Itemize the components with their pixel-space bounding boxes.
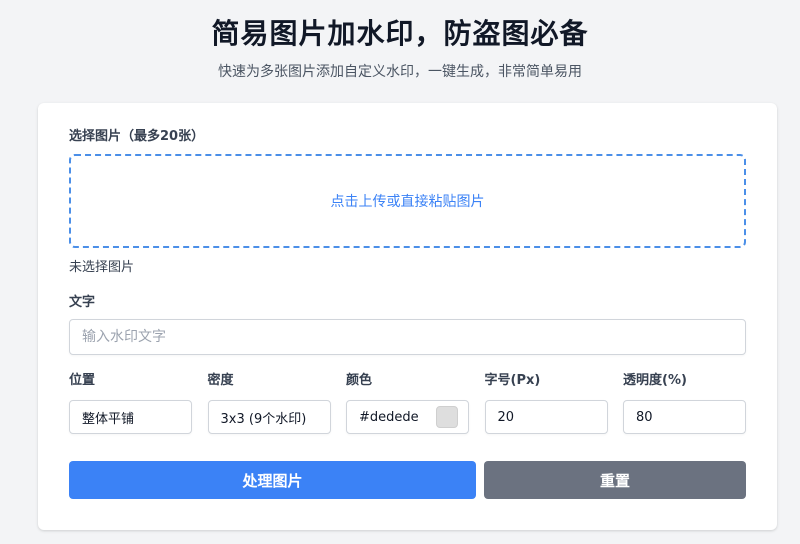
upload-status: 未选择图片	[69, 260, 135, 275]
position-field: 位置 整体平铺	[69, 372, 192, 434]
watermark-text-label: 文字	[69, 295, 96, 310]
font-size-input[interactable]: 20	[484, 400, 608, 434]
opacity-value: 80	[636, 409, 653, 425]
page-subtitle: 快速为多张图片添加自定义水印，一键生成，非常简单易用	[218, 64, 582, 80]
density-label: 密度	[207, 373, 234, 388]
options-row: 位置 整体平铺 密度 3x3 (9个水印) 颜色 #dedede 字号(Px) …	[69, 372, 746, 434]
color-field: 颜色 #dedede	[346, 372, 469, 434]
density-field: 密度 3x3 (9个水印)	[207, 372, 331, 434]
reset-button[interactable]: 重置	[484, 461, 746, 499]
watermark-form-card: 选择图片（最多20张） 点击上传或直接粘贴图片 未选择图片 文字 位置 整体平铺…	[38, 103, 777, 530]
color-value: #dedede	[359, 409, 419, 425]
image-dropzone[interactable]: 点击上传或直接粘贴图片	[69, 154, 746, 248]
page-title: 简易图片加水印，防盗图必备	[211, 17, 589, 50]
density-select[interactable]: 3x3 (9个水印)	[207, 400, 331, 434]
position-value: 整体平铺	[82, 411, 135, 427]
density-value: 3x3 (9个水印)	[220, 411, 307, 427]
color-swatch[interactable]	[436, 406, 458, 428]
opacity-field: 透明度(%) 80	[623, 372, 746, 434]
image-upload-label: 选择图片（最多20张）	[69, 129, 205, 144]
dropzone-text: 点击上传或直接粘贴图片	[330, 194, 485, 210]
process-images-button[interactable]: 处理图片	[69, 461, 476, 499]
page-header: 简易图片加水印，防盗图必备 快速为多张图片添加自定义水印，一键生成，非常简单易用	[0, 0, 800, 82]
font-size-label: 字号(Px)	[484, 373, 541, 388]
position-select[interactable]: 整体平铺	[69, 400, 192, 434]
opacity-label: 透明度(%)	[623, 373, 687, 388]
font-size-field: 字号(Px) 20	[484, 372, 608, 434]
color-picker[interactable]: #dedede	[346, 400, 469, 434]
color-label: 颜色	[346, 373, 373, 388]
font-size-value: 20	[497, 409, 515, 425]
position-label: 位置	[69, 373, 96, 388]
watermark-text-input[interactable]	[69, 319, 746, 355]
opacity-input[interactable]: 80	[623, 400, 746, 434]
